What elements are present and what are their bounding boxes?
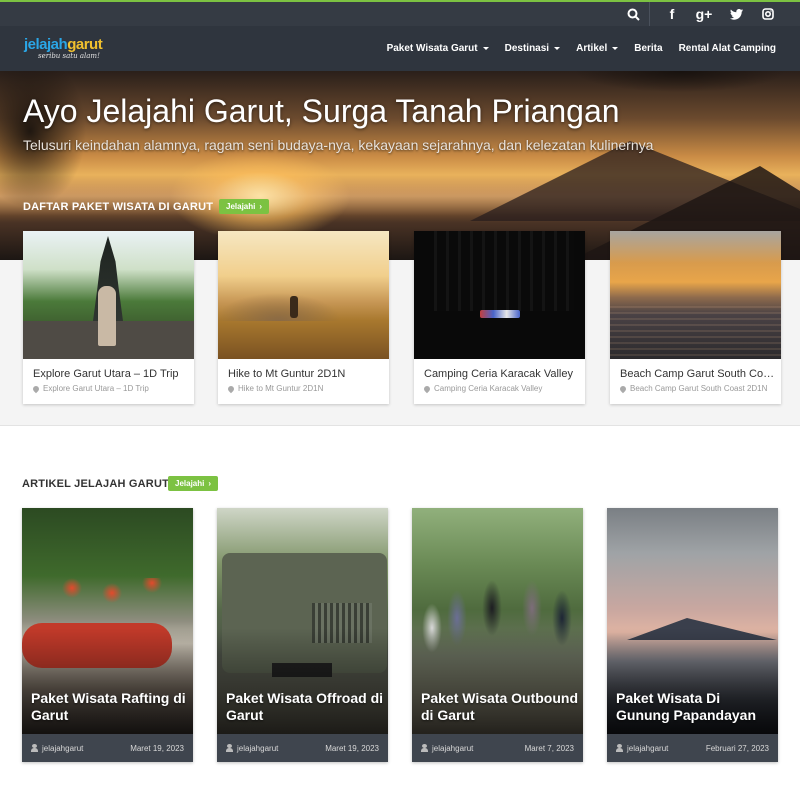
statue-shape [98, 286, 116, 346]
author-name: jelajahgarut [237, 743, 279, 753]
map-pin-icon [226, 384, 236, 393]
paket-title[interactable]: Explore Garut Utara – 1D Trip [33, 368, 188, 380]
paket-image [610, 231, 781, 359]
artikel-meta: jelajahgarut Maret 19, 2023 [22, 734, 193, 762]
twitter-icon[interactable] [720, 2, 752, 26]
logo-part2: garut [67, 36, 103, 53]
logo-text: jelajahgarut [24, 36, 103, 53]
artikel-date: Februari 27, 2023 [705, 743, 769, 753]
paket-location-text: Hike to Mt Guntur 2D1N [238, 384, 324, 393]
author-name: jelajahgarut [627, 743, 669, 753]
map-pin-icon [618, 384, 628, 393]
artikel-jelajahi-button[interactable]: Jelajahi › [168, 476, 219, 491]
chevron-right-icon: › [259, 202, 263, 211]
hero-title: Ayo Jelajahi Garut, Surga Tanah Priangan [23, 93, 620, 129]
nav-menu: Paket Wisata Garut Destinasi Artikel Ber… [379, 26, 784, 71]
paket-image [414, 231, 585, 359]
artikel-meta: jelajahgarut Februari 27, 2023 [607, 734, 778, 762]
tent-shape [480, 310, 520, 318]
instagram-icon[interactable] [752, 2, 784, 26]
paket-section-title: DAFTAR PAKET WISATA DI GARUT [23, 201, 214, 213]
hiker-shape [290, 296, 298, 318]
paket-image [218, 231, 389, 359]
artikel-meta: jelajahgarut Maret 7, 2023 [412, 734, 583, 762]
social-icons: f g+ [618, 2, 784, 26]
paket-jelajahi-button[interactable]: Jelajahi › [219, 199, 270, 214]
user-icon [31, 744, 38, 752]
paket-title[interactable]: Hike to Mt Guntur 2D1N [228, 368, 383, 380]
paket-location: Beach Camp Garut South Coast 2D1N [618, 384, 768, 393]
google-plus-icon[interactable]: g+ [688, 2, 720, 26]
paket-title[interactable]: Beach Camp Garut South Coast 2D1N [620, 368, 775, 380]
paket-card[interactable]: Camping Ceria Karacak Valley Camping Cer… [414, 231, 585, 404]
nav-item-label: Destinasi [504, 43, 550, 54]
nav-item-berita[interactable]: Berita [626, 43, 670, 54]
nav-item-label: Berita [634, 43, 663, 54]
artikel-card[interactable]: Paket Wisata Outbound di Garut jelajahga… [412, 508, 583, 762]
artikel-title[interactable]: Paket Wisata Offroad di Garut [226, 690, 386, 724]
paket-location: Explore Garut Utara – 1D Trip [31, 384, 149, 393]
nav-item-rental[interactable]: Rental Alat Camping [671, 43, 784, 54]
nav-item-label: Rental Alat Camping [678, 43, 776, 54]
artikel-date: Maret 19, 2023 [325, 743, 379, 753]
map-pin-icon [31, 384, 41, 393]
artikel-title[interactable]: Paket Wisata Rafting di Garut [31, 690, 191, 724]
user-icon [226, 744, 233, 752]
artikel-section-title: ARTIKEL JELAJAH GARUT [22, 478, 170, 490]
chevron-down-icon [482, 47, 489, 50]
facebook-icon[interactable]: f [656, 2, 688, 26]
nav-item-artikel[interactable]: Artikel [568, 43, 626, 54]
hill-shape [218, 271, 389, 321]
button-label: Jelajahi [226, 202, 256, 211]
artikel-card[interactable]: Paket Wisata Di Gunung Papandayan jelaja… [607, 508, 778, 762]
artikel-author[interactable]: jelajahgarut [31, 744, 83, 753]
paket-card[interactable]: Explore Garut Utara – 1D Trip Explore Ga… [23, 231, 194, 404]
author-name: jelajahgarut [432, 743, 474, 753]
artikel-author[interactable]: jelajahgarut [226, 744, 278, 753]
site-logo[interactable]: jelajahgarut seribu satu alam! [24, 36, 103, 60]
nav-item-destinasi[interactable]: Destinasi [497, 43, 568, 54]
artikel-author[interactable]: jelajahgarut [616, 744, 668, 753]
chevron-right-icon: › [208, 479, 212, 488]
hero-subtitle: Telusuri keindahan alamnya, ragam seni b… [23, 137, 654, 153]
user-icon [421, 744, 428, 752]
nav-item-label: Artikel [576, 43, 608, 54]
chevron-down-icon [554, 47, 561, 50]
artikel-date: Maret 19, 2023 [130, 743, 184, 753]
user-icon [616, 744, 623, 752]
waves-shape [610, 306, 781, 359]
search-icon[interactable] [618, 2, 650, 26]
chevron-down-icon [612, 47, 619, 50]
paket-location: Hike to Mt Guntur 2D1N [226, 384, 324, 393]
main-nav: jelajahgarut seribu satu alam! Paket Wis… [0, 26, 800, 71]
paket-location: Camping Ceria Karacak Valley [422, 384, 543, 393]
logo-part1: jelajah [24, 36, 68, 53]
artikel-card[interactable]: Paket Wisata Rafting di Garut jelajahgar… [22, 508, 193, 762]
paket-card[interactable]: Hike to Mt Guntur 2D1N Hike to Mt Guntur… [218, 231, 389, 404]
artikel-date: Maret 7, 2023 [524, 743, 574, 753]
author-name: jelajahgarut [42, 743, 84, 753]
artikel-author[interactable]: jelajahgarut [421, 744, 473, 753]
logo-tagline: seribu satu alam! [38, 52, 100, 60]
paket-location-text: Beach Camp Garut South Coast 2D1N [630, 384, 768, 393]
artikel-title[interactable]: Paket Wisata Di Gunung Papandayan [616, 690, 776, 724]
paket-location-text: Camping Ceria Karacak Valley [434, 384, 543, 393]
map-pin-icon [422, 384, 432, 393]
artikel-card[interactable]: Paket Wisata Offroad di Garut jelajahgar… [217, 508, 388, 762]
nav-item-paket-wisata[interactable]: Paket Wisata Garut [379, 43, 497, 54]
trees-shape [434, 231, 574, 311]
top-bar: f g+ [0, 0, 800, 26]
paket-image [23, 231, 194, 359]
artikel-meta: jelajahgarut Maret 19, 2023 [217, 734, 388, 762]
nav-item-label: Paket Wisata Garut [386, 43, 478, 54]
paket-card[interactable]: Beach Camp Garut South Coast 2D1N Beach … [610, 231, 781, 404]
artikel-title[interactable]: Paket Wisata Outbound di Garut [421, 690, 581, 724]
button-label: Jelajahi [175, 479, 205, 488]
paket-title[interactable]: Camping Ceria Karacak Valley [424, 368, 579, 380]
paket-location-text: Explore Garut Utara – 1D Trip [43, 384, 149, 393]
